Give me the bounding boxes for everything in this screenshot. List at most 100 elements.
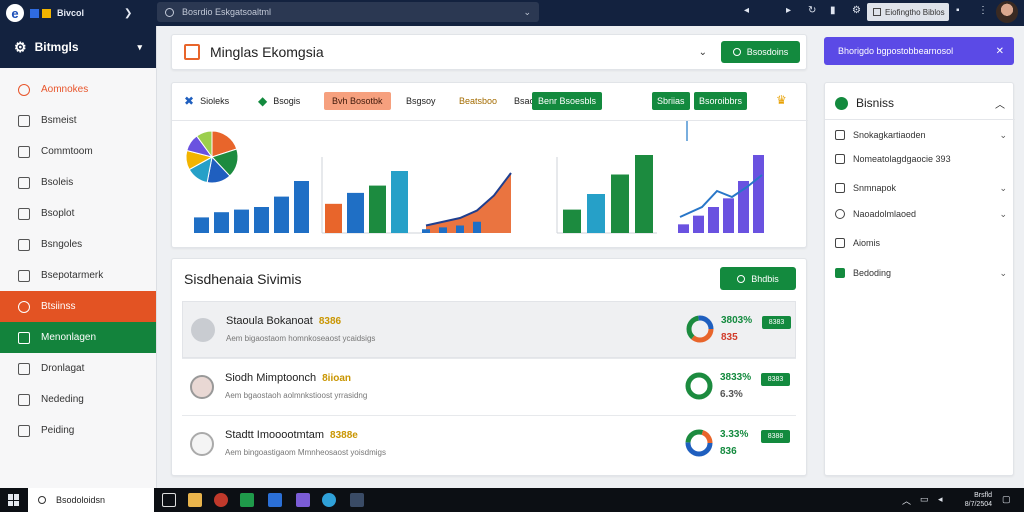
chevron-down-icon[interactable]: ⌄ [699,47,707,58]
chevron-down-icon[interactable]: ⌄ [999,209,1007,220]
crown-icon[interactable]: ♛ [776,93,787,107]
sidebar-item-2[interactable]: Commtoom [0,136,156,167]
right-item-5[interactable]: Bedoding ⌄ [835,265,1007,281]
sidebar-item-0[interactable]: Aomnokes [0,74,156,105]
app-red-icon[interactable] [214,493,228,507]
search-icon [165,7,174,17]
chevron-up-icon[interactable]: ︿ [995,96,1005,111]
sidebar-header[interactable]: ⚙ Bitmgls ▾ [0,26,156,68]
page-title: Minglas Ekomgsia [210,44,324,60]
taskbar: Bsodoloidsn ︿ ▭ ◂ Brsfld 8/7/2504 ▢ [0,488,1024,512]
task-view-icon[interactable] [162,493,176,507]
tab-0[interactable]: ✖ Sioleks [184,92,229,110]
search-icon [38,496,46,504]
doc-icon [18,424,30,437]
doc-icon [18,238,30,251]
item-name: Staoula Bokanoat 8386 [226,315,342,327]
volume-icon[interactable]: ◂ [938,494,943,505]
sidebar-item-10[interactable]: Nededing [0,384,156,415]
sidebar-item-6[interactable]: Bsepotarmerk [0,260,156,291]
taskbar-search[interactable]: Bsodoloidsn [28,488,154,512]
item-tag[interactable]: 8383 [762,316,791,329]
prev-icon[interactable]: ◂ [744,5,749,16]
item-tag[interactable]: 8388 [761,430,790,443]
next-icon[interactable]: ▸ [786,5,791,16]
tray-up-icon[interactable]: ︿ [902,494,911,507]
item-tag[interactable]: 8383 [761,373,790,386]
right-item-3[interactable]: Naoadolmlaoed ⌄ [835,206,1007,222]
doc-icon [835,154,845,164]
app-dark-icon[interactable] [350,493,364,507]
clock[interactable]: Brsfld 8/7/2504 [964,491,992,509]
notification-icon[interactable]: ▢ [1002,494,1011,505]
sidebar-item-4[interactable]: Bsoplot [0,198,156,229]
right-item-0[interactable]: Snokagkartiaoden ⌄ [835,127,1007,143]
header-button-label: Bsosdoins [746,47,789,57]
sidebar-item-label: Bsepotarmerk [41,270,104,281]
sidebar-item-3[interactable]: Bsoleis [0,167,156,198]
tab-4[interactable]: Beatsboo [459,92,497,110]
header-search-button[interactable]: Bsosdoins [721,41,800,63]
item-percent: 3.33% [720,429,749,440]
list-item[interactable]: Stadtt Imooootmtam 8388e Aem bingoastigao… [182,415,796,472]
app-blue-icon[interactable] [268,493,282,507]
folder-icon[interactable] [188,493,202,507]
list-item[interactable]: Staoula Bokanoat 8386 Aem bigaostaom homn… [182,301,796,358]
tab-3[interactable]: Bsgsoy [406,92,436,110]
chevron-down-icon[interactable]: ⌄ [999,130,1007,141]
refresh-icon[interactable]: ↻ [808,5,816,16]
sidebar-item-1[interactable]: Bsmeist [0,105,156,136]
tab-6[interactable]: Benr Bsoesbls [532,92,603,110]
right-item-1[interactable]: Nomeatolagdgaocie 393 [835,151,1007,167]
right-panel-header[interactable]: Bisniss ︿ [835,93,1005,113]
tab-label: Bsgsoy [406,96,436,106]
chevron-down-icon[interactable]: ⌄ [523,7,531,18]
chart-bar [456,225,464,233]
header-icon [184,44,200,60]
sidebar-item-9[interactable]: Dronlagat [0,353,156,384]
sidebar-item-11[interactable]: Peiding [0,415,156,446]
purple-action-button[interactable]: Bhorigdo bgpostobbearnosol ✕ [824,37,1014,65]
sidebar-item-label: Peiding [41,425,75,436]
right-item-2[interactable]: Snmnapok ⌄ [835,180,1007,196]
chart-bar [347,192,364,233]
tab-7[interactable]: Sbriias [652,92,690,110]
menu-icon[interactable]: ⋮ [978,5,988,16]
field-icon [873,8,881,16]
chevron-down-icon[interactable]: ⌄ [999,268,1007,279]
sidebar-item-label: Aomnokes [41,84,89,95]
right-item-4[interactable]: Aiomis [835,235,1007,251]
sidebar-item-5[interactable]: Bsngoles [0,229,156,260]
user-avatar[interactable] [996,1,1018,23]
app-cyan-icon[interactable] [322,493,336,507]
list-search-button[interactable]: Bhdbis [720,267,796,290]
square-yellow-icon [42,8,51,18]
chevron-right-icon[interactable]: ❯ [124,8,132,19]
pin-icon[interactable]: ▪ [956,5,960,16]
doc-icon [18,269,30,282]
network-icon[interactable]: ▭ [920,494,929,505]
chart-bar [422,229,430,233]
bookmark-icon[interactable]: ▮ [830,5,836,16]
tab-1[interactable]: ◆ Bsogis [258,92,300,110]
chart-bar [294,181,309,233]
top-search-input[interactable]: Bosrdio Eskgatsoaltml ⌄ [157,2,539,22]
windows-start-icon[interactable] [8,494,20,506]
sidebar-item-label: Commtoom [41,146,93,157]
sidebar-item-7[interactable]: Btsiinss [0,291,156,322]
divider [825,119,1015,120]
chevron-down-icon[interactable]: ▾ [137,42,142,53]
sidebar-item-8[interactable]: Menonlagen [0,322,156,353]
app-purple-icon[interactable] [296,493,310,507]
list-item[interactable]: Siodh Mimptoonch 8iioan Aem bgaostaoh aol… [182,358,796,415]
donut-chart [686,315,714,343]
tab-label: Sioleks [200,96,230,106]
settings-icon[interactable]: ⚙ [852,5,861,16]
chart-bar [214,212,229,233]
tab-8[interactable]: Bsoroibbrs [694,92,748,110]
tab-2[interactable]: Bvh Bosotbk [324,92,391,110]
close-icon[interactable]: ✕ [996,46,1004,57]
chevron-down-icon[interactable]: ⌄ [999,183,1007,194]
app-green-icon[interactable] [240,493,254,507]
top-field[interactable]: Eiofingtho Biblos [867,3,949,21]
